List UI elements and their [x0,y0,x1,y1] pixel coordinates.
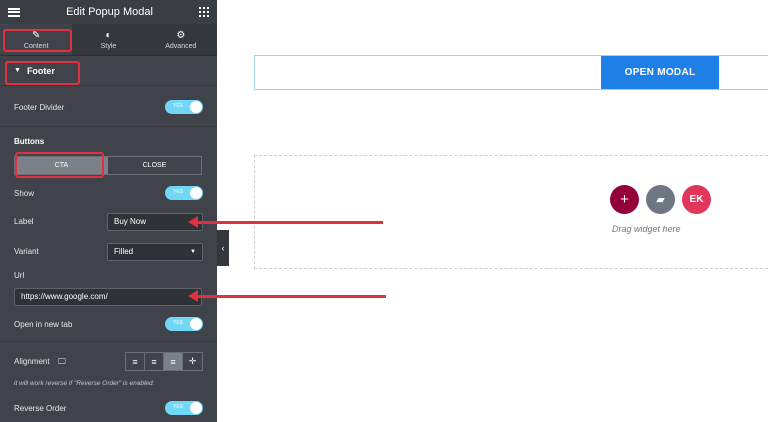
url-input[interactable]: https://www.google.com/ [14,287,202,306]
label-row: Label Buy Now [0,212,217,231]
url-input-row: https://www.google.com/ [0,287,217,306]
variant-row: Variant Filled ▼ [0,242,217,261]
section-footer-header[interactable]: ▼ Footer [0,56,217,86]
variant-select[interactable]: Filled ▼ [107,242,203,261]
footer-divider-toggle[interactable]: YES [165,100,203,114]
annotation-arrow-url [188,290,386,302]
variant-value: Filled [114,247,134,256]
half-circle-icon: ◐ [105,30,112,41]
reverse-order-toggle[interactable]: YES [165,401,203,415]
caret-down-icon: ▼ [14,67,21,74]
new-tab-row: Open in new tab YES [0,316,217,332]
footer-divider-label: Footer Divider [14,102,65,112]
show-label: Show [14,188,35,198]
tab-label: Advanced [165,43,197,50]
section-title: Footer [26,65,55,76]
alignment-label: Alignment [14,356,50,366]
footer-divider-row: Footer Divider YES [0,96,217,118]
tab-label: Content [23,43,49,50]
divider [0,126,217,127]
toggle-knob [190,187,202,199]
label-label: Label [14,217,34,226]
reverse-order-label: Reverse Order [14,403,67,413]
toggle-knob [190,101,202,113]
gear-icon: ⚙ [176,30,186,41]
toggle-knob [190,402,202,414]
menu-icon[interactable] [8,7,20,17]
toggle-text: YES [173,320,184,326]
buttons-heading: Buttons [14,136,45,146]
apps-grid-icon[interactable] [199,7,209,17]
tab-label: Style [100,43,117,50]
alignment-row: Alignment 🖵 ≡ ≡ ≡ ✛ [0,352,217,371]
new-tab-toggle[interactable]: YES [165,317,203,331]
variant-label: Variant [14,247,39,256]
folder-icon[interactable]: ▰ [646,185,675,214]
reverse-order-row: Reverse Order YES [0,400,217,416]
show-toggle[interactable]: YES [165,186,203,200]
tab-content[interactable]: ✎ Content [0,24,73,55]
open-modal-button[interactable]: OPEN MODAL [601,56,719,89]
cta-button[interactable]: CTA [15,157,108,174]
toggle-text: YES [173,189,184,195]
panel-tabs: ✎ Content ◐ Style ⚙ Advanced [0,24,217,56]
drag-widget-text: Drag widget here [612,224,681,234]
url-label-row: Url [0,268,217,282]
pencil-icon: ✎ [31,30,41,41]
alignment-label-wrap: Alignment 🖵 [14,357,66,367]
buttons-switcher: CTA CLOSE [14,156,202,175]
editor-panel: Edit Popup Modal ✎ Content ◐ Style ⚙ Adv… [0,0,217,422]
desktop-icon[interactable]: 🖵 [58,357,66,366]
ek-logo-icon[interactable]: EK [682,185,711,214]
alignment-options: ≡ ≡ ≡ ✛ [125,352,203,371]
panel-title: Edit Popup Modal [66,6,153,18]
dropdown-arrow-icon: ▼ [190,248,196,255]
align-right-icon[interactable]: ≡ [164,353,183,370]
buttons-heading-row: Buttons [0,134,217,148]
annotation-arrow-label [188,216,383,228]
add-section-icon[interactable]: + [610,185,639,214]
tab-advanced[interactable]: ⚙ Advanced [145,24,217,55]
alignment-note: it will work reverse if "Reverse Order" … [14,380,155,387]
divider [0,341,217,342]
align-stretch-icon[interactable]: ✛ [183,353,202,370]
toggle-knob [190,318,202,330]
url-label: Url [14,270,25,280]
close-button[interactable]: CLOSE [108,157,201,174]
show-row: Show YES [0,185,217,201]
tab-style[interactable]: ◐ Style [72,24,144,55]
collapse-panel-button[interactable]: ‹ [217,230,229,266]
panel-header: Edit Popup Modal [0,0,217,24]
toggle-text: YES [173,404,184,410]
toggle-text: YES [173,103,184,109]
align-left-icon[interactable]: ≡ [126,353,145,370]
align-center-icon[interactable]: ≡ [145,353,164,370]
new-tab-label: Open in new tab [14,319,73,329]
